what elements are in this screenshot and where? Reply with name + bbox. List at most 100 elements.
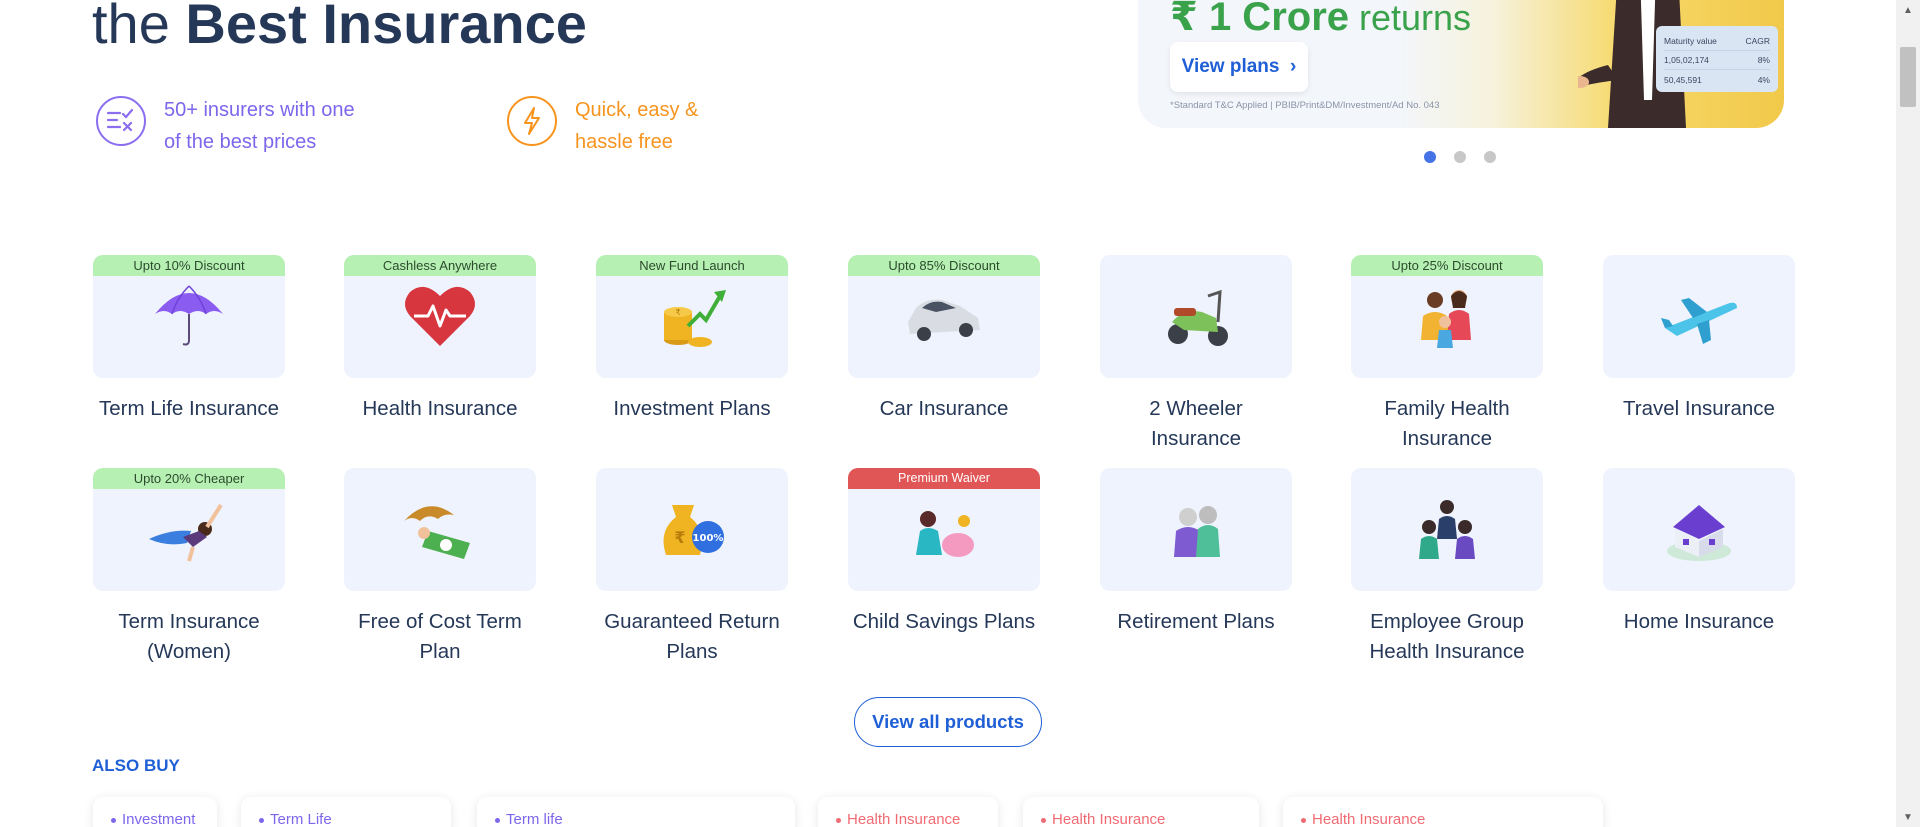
product-card-box[interactable]: ₹ 100% [596, 468, 788, 591]
product-tag: Premium Waiver [848, 468, 1040, 489]
also-buy-label: Health Insurance [847, 811, 961, 827]
bullet-dot [259, 817, 264, 823]
feature-text: Quick, easy & hassle free [575, 94, 805, 158]
also-buy-card-investment[interactable]: Investment [93, 797, 217, 827]
product-card-box[interactable]: Cashless Anywhere [344, 255, 536, 378]
also-buy-card-health-2[interactable]: Health Insurance [1023, 797, 1259, 827]
product-card-box[interactable]: Upto 10% Discount [93, 255, 285, 378]
product-card-box[interactable]: New Fund Launch ₹ [596, 255, 788, 378]
banner-disclaimer: *Standard T&C Applied | PBIB/Print&DM/In… [1170, 100, 1440, 111]
product-card-retirement[interactable]: Retirement Plans [1100, 468, 1292, 637]
product-card-guaranteed-return[interactable]: ₹ 100% Guaranteed Return Plans [596, 468, 788, 667]
product-tag: Upto 25% Discount [1351, 255, 1543, 276]
house-icon [1667, 505, 1731, 561]
product-card-box[interactable] [1100, 468, 1292, 591]
product-label: Home Insurance [1623, 610, 1775, 633]
carousel-dot-3[interactable] [1484, 151, 1496, 163]
product-label: Guaranteed Return Plans [604, 610, 780, 663]
compare-check-icon [96, 96, 146, 146]
scroll-up-arrow-icon[interactable]: ▲ [1896, 0, 1920, 20]
product-card-term-women[interactable]: Upto 20% Cheaper Term Insurance (Women) [93, 468, 285, 667]
product-card-box[interactable] [1603, 468, 1795, 591]
product-card-term-life[interactable]: Upto 10% Discount Term Life Insurance [93, 255, 285, 424]
product-card-employee-group[interactable]: Employee Group Health Insurance [1351, 468, 1543, 667]
product-card-box[interactable]: Upto 25% Discount [1351, 255, 1543, 378]
table-row: 1,05,02,174 8% [1664, 51, 1770, 70]
promo-banner[interactable]: ₹ 1 Crore returns View plans › *Standard… [1138, 0, 1784, 128]
product-card-box[interactable] [1603, 255, 1795, 378]
also-buy-label: Health Insurance [1052, 811, 1166, 827]
elderly-couple-icon [1174, 506, 1220, 557]
product-label: Health Insurance [362, 397, 518, 420]
also-buy-label: Health Insurance [1312, 811, 1426, 827]
product-card-box[interactable]: Premium Waiver [848, 468, 1040, 591]
lightning-icon [507, 96, 557, 146]
chevron-right-icon: › [1290, 56, 1297, 77]
product-card-health[interactable]: Cashless Anywhere Health Insurance [344, 255, 536, 424]
hero-title: the Best Insurance [92, 0, 587, 52]
bullet-dot [1041, 817, 1046, 823]
family-icon [1421, 290, 1471, 348]
scrollbar-thumb[interactable] [1900, 47, 1916, 107]
table-cell: 50,45,591 [1664, 74, 1702, 85]
scroll-down-arrow-icon[interactable]: ▼ [1896, 807, 1920, 827]
product-card-home[interactable]: Home Insurance [1603, 468, 1795, 637]
product-card-box[interactable] [1100, 255, 1292, 378]
scooter-icon [1168, 289, 1228, 346]
feature-line-1: Quick, easy & [575, 99, 699, 121]
feature-line-2: of the best prices [164, 131, 317, 153]
bullet-dot [111, 817, 116, 823]
product-label: Travel Insurance [1623, 397, 1775, 420]
product-label: Employee Group Health Insurance [1369, 610, 1525, 663]
product-card-box[interactable] [344, 468, 536, 591]
product-label: Family Health Insurance [1384, 397, 1510, 450]
product-card-box[interactable] [1351, 468, 1543, 591]
product-tag: Upto 10% Discount [93, 255, 285, 276]
maturity-table: Maturity value CAGR 1,05,02,174 8% 50,45,5… [1656, 26, 1778, 92]
feature-text: 50+ insurers with one of the best prices [164, 94, 394, 158]
banner-headline-rest: returns [1349, 0, 1472, 38]
svg-text:₹: ₹ [675, 308, 680, 317]
product-card-child-savings[interactable]: Premium Waiver Child Savings Plans [848, 468, 1040, 637]
product-label: Investment Plans [613, 397, 771, 420]
feature-best-prices: 50+ insurers with one of the best prices [96, 94, 394, 158]
product-card-box[interactable]: Upto 20% Cheaper [93, 468, 285, 591]
product-card-free-term[interactable]: Free of Cost Term Plan [344, 468, 536, 667]
svg-text:₹: ₹ [674, 528, 685, 547]
product-card-family-health[interactable]: Upto 25% Discount Family Health Insuranc… [1351, 255, 1543, 454]
also-buy-card-term-life[interactable]: Term Life [241, 797, 451, 827]
svg-text:100%: 100% [693, 533, 724, 544]
coins-growth-icon: ₹ [664, 290, 726, 347]
carousel-dot-1[interactable] [1424, 151, 1436, 163]
product-card-car[interactable]: Upto 85% Discount Car Insurance [848, 255, 1040, 424]
product-tag: New Fund Launch [596, 255, 788, 276]
hero-title-prefix: the [92, 0, 186, 55]
car-icon [908, 299, 980, 341]
also-buy-card-health-3[interactable]: Health Insurance [1283, 797, 1603, 827]
bullet-dot [836, 817, 841, 823]
product-label: Free of Cost Term Plan [358, 610, 522, 663]
also-buy-card-health-1[interactable]: Health Insurance [818, 797, 998, 827]
feature-line-2: hassle free [575, 131, 673, 153]
umbrella-cash-icon [404, 506, 470, 559]
product-card-travel[interactable]: Travel Insurance [1603, 255, 1795, 424]
banner-headline-amount: ₹ 1 Crore [1170, 0, 1350, 39]
also-buy-heading: ALSO BUY [92, 756, 180, 775]
bullet-dot [1301, 817, 1306, 823]
product-label: Term Insurance (Women) [118, 610, 260, 663]
product-card-2-wheeler[interactable]: 2 Wheeler Insurance [1100, 255, 1292, 454]
product-tag: Upto 85% Discount [848, 255, 1040, 276]
bullet-dot [495, 817, 500, 823]
carousel-dot-2[interactable] [1454, 151, 1466, 163]
group-icon [1419, 500, 1475, 559]
view-plans-button[interactable]: View plans › [1170, 42, 1308, 92]
also-buy-card-term-life-2[interactable]: Term life [477, 797, 795, 827]
table-row: 50,45,591 4% [1664, 70, 1770, 89]
carousel-dots [1424, 151, 1496, 163]
product-tag: Cashless Anywhere [344, 255, 536, 276]
view-all-products-button[interactable]: View all products [854, 697, 1042, 747]
page-scrollbar[interactable]: ▲ ▼ [1896, 0, 1920, 827]
superwoman-icon [149, 503, 223, 562]
product-card-investment[interactable]: New Fund Launch ₹ Investment Plans [596, 255, 788, 424]
product-card-box[interactable]: Upto 85% Discount [848, 255, 1040, 378]
